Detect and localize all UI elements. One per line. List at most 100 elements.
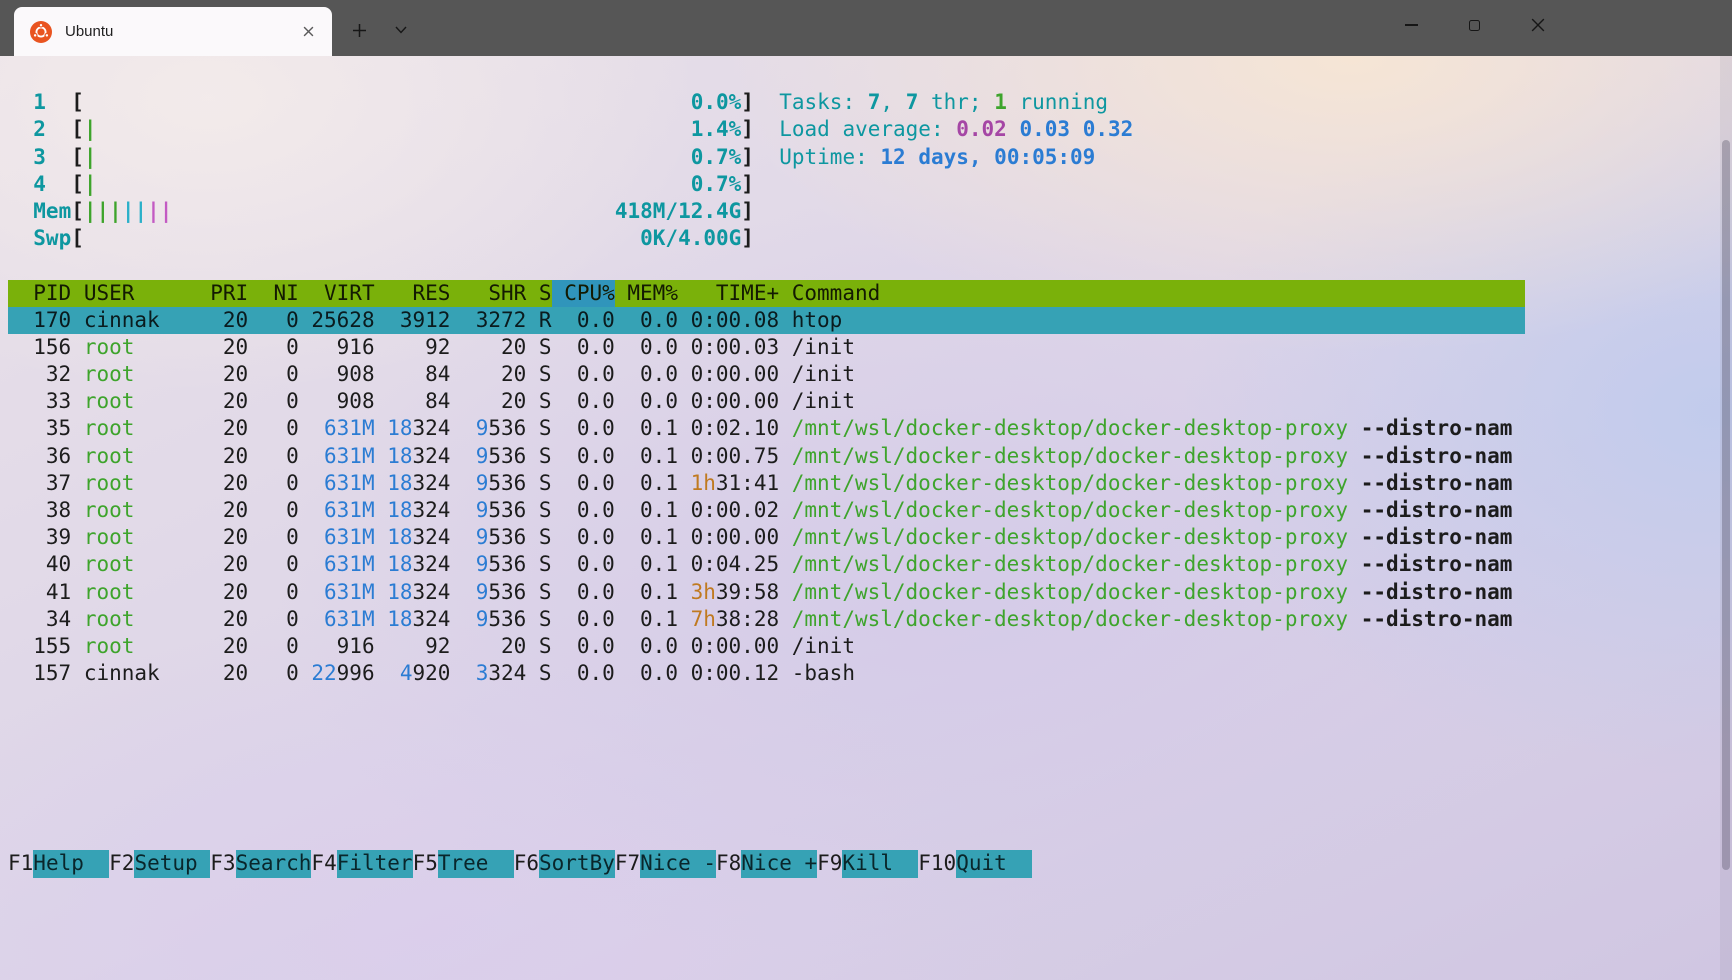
column-header-user[interactable]: USER bbox=[84, 280, 198, 307]
column-header-shr[interactable]: SHR bbox=[450, 280, 526, 307]
column-header-ni[interactable]: NI bbox=[248, 280, 299, 307]
column-header-s[interactable]: S bbox=[526, 280, 551, 307]
cell-mem: 0.1 bbox=[615, 415, 678, 442]
fnkey-key: F7 bbox=[615, 851, 640, 875]
cell-shr: 9536 bbox=[450, 497, 526, 524]
cell-mem: 0.1 bbox=[615, 579, 678, 606]
cell-state: S bbox=[526, 579, 551, 606]
column-header-cpu[interactable]: CPU% bbox=[552, 280, 615, 307]
meter-label: Mem bbox=[33, 198, 71, 225]
cell-res: 18324 bbox=[375, 551, 451, 578]
minimize-button[interactable] bbox=[1380, 0, 1443, 50]
column-header-cmd[interactable]: Command bbox=[792, 281, 881, 305]
cell-shr-part: 20 bbox=[501, 389, 526, 413]
tab-close-button[interactable] bbox=[296, 20, 320, 44]
column-header-mem[interactable]: MEM% bbox=[615, 280, 678, 307]
new-tab-button[interactable] bbox=[344, 15, 374, 45]
cell-pri: 20 bbox=[198, 524, 249, 551]
process-row[interactable]: 37root200631M183249536S0.00.11h31:41/mnt… bbox=[8, 470, 1525, 497]
cell-res-part: 4 bbox=[400, 661, 413, 685]
cell-res-part: 18 bbox=[387, 444, 412, 468]
fnkey-f6[interactable]: F6SortBy bbox=[514, 850, 615, 877]
close-button[interactable] bbox=[1506, 0, 1569, 50]
cell-virt: 631M bbox=[299, 415, 375, 442]
process-row[interactable]: 157cinnak2002299649203324S0.00.00:00.12-… bbox=[8, 660, 1525, 687]
meter-open-bracket: [ bbox=[71, 172, 84, 196]
cell-mem: 0.0 bbox=[615, 361, 678, 388]
process-row-selected[interactable]: 170cinnak2002562839123272R0.00.00:00.08h… bbox=[8, 307, 1525, 334]
meter-bar-mem: |||||||418M/12.4G bbox=[84, 198, 741, 225]
cell-mem: 0.0 bbox=[615, 307, 678, 334]
meter-pipe-green: | bbox=[84, 172, 97, 196]
meter-value: 0.0% bbox=[691, 89, 742, 116]
process-row[interactable]: 40root200631M183249536S0.00.10:04.25/mnt… bbox=[8, 551, 1525, 578]
column-header-res[interactable]: RES bbox=[375, 280, 451, 307]
cell-virt: 22996 bbox=[299, 660, 375, 687]
cell-ni: 0 bbox=[248, 415, 299, 442]
tab-dropdown-button[interactable] bbox=[386, 15, 416, 45]
cell-res: 92 bbox=[375, 334, 451, 361]
info-segment: running bbox=[1007, 90, 1108, 114]
process-row[interactable]: 41root200631M183249536S0.00.13h39:58/mnt… bbox=[8, 579, 1525, 606]
meter-close-bracket: ] bbox=[741, 199, 754, 223]
column-header-time[interactable]: TIME+ bbox=[678, 280, 779, 307]
fnkey-f9[interactable]: F9Kill bbox=[817, 850, 918, 877]
terminal-screen[interactable]: 1[0.0%]Tasks: 7, 7 thr; 1 running2[|1.4%… bbox=[0, 56, 1720, 980]
meter-pipe-cyan: | bbox=[134, 199, 147, 223]
cell-time: 0:00.08 bbox=[678, 307, 779, 334]
fnkey-label: Search bbox=[236, 850, 312, 877]
cell-shr-part: 536 bbox=[488, 525, 526, 549]
cell-cpu: 0.0 bbox=[552, 524, 615, 551]
column-header-virt[interactable]: VIRT bbox=[299, 280, 375, 307]
cell-pri: 20 bbox=[198, 497, 249, 524]
cell-pri: 20 bbox=[198, 334, 249, 361]
meter-pipe-magenta: | bbox=[147, 199, 160, 223]
process-row[interactable]: 32root2009088420S0.00.00:00.00/init bbox=[8, 361, 1525, 388]
cell-shr-part: 9 bbox=[476, 525, 489, 549]
process-row[interactable]: 39root200631M183249536S0.00.10:00.00/mnt… bbox=[8, 524, 1525, 551]
cell-virt: 631M bbox=[299, 524, 375, 551]
cell-res-part: 18 bbox=[387, 607, 412, 631]
scrollbar-thumb[interactable] bbox=[1722, 140, 1730, 870]
fnkey-f7[interactable]: F7Nice - bbox=[615, 850, 716, 877]
blank-line bbox=[8, 769, 1720, 796]
cell-shr: 20 bbox=[450, 361, 526, 388]
fnkey-f2[interactable]: F2Setup bbox=[109, 850, 210, 877]
meter-bar-2: |1.4% bbox=[84, 116, 741, 143]
titlebar: Ubuntu bbox=[0, 0, 1732, 56]
fnkey-f10[interactable]: F10Quit bbox=[918, 850, 1032, 877]
process-row[interactable]: 155root2009169220S0.00.00:00.00/init bbox=[8, 633, 1525, 660]
maximize-button[interactable] bbox=[1443, 0, 1506, 50]
fnkey-f5[interactable]: F5Tree bbox=[413, 850, 514, 877]
fnkey-f4[interactable]: F4Filter bbox=[311, 850, 412, 877]
process-row[interactable]: 156root2009169220S0.00.00:00.03/init bbox=[8, 334, 1525, 361]
scrollbar[interactable] bbox=[1720, 56, 1732, 980]
fnkey-f8[interactable]: F8Nice + bbox=[716, 850, 817, 877]
process-row[interactable]: 33root2009088420S0.00.00:00.00/init bbox=[8, 388, 1525, 415]
fnkey-f3[interactable]: F3Search bbox=[210, 850, 311, 877]
command-path: /mnt/wsl/docker-desktop/docker-desktop-p… bbox=[792, 416, 1348, 440]
cell-command: /mnt/wsl/docker-desktop/docker-desktop-p… bbox=[792, 444, 1513, 468]
process-row[interactable]: 34root200631M183249536S0.00.17h38:28/mnt… bbox=[8, 606, 1525, 633]
tab-ubuntu[interactable]: Ubuntu bbox=[14, 7, 332, 56]
cell-shr: 3272 bbox=[450, 307, 526, 334]
column-header-pri[interactable]: PRI bbox=[198, 280, 249, 307]
process-row[interactable]: 36root200631M183249536S0.00.10:00.75/mnt… bbox=[8, 443, 1525, 470]
meter-bar-1: 0.0% bbox=[84, 89, 741, 116]
process-row[interactable]: 35root200631M183249536S0.00.10:02.10/mnt… bbox=[8, 415, 1525, 442]
process-row[interactable]: 38root200631M183249536S0.00.10:00.02/mnt… bbox=[8, 497, 1525, 524]
meter-label: 4 bbox=[33, 171, 71, 198]
cell-command: -bash bbox=[792, 661, 855, 685]
command-path: /mnt/wsl/docker-desktop/docker-desktop-p… bbox=[792, 498, 1348, 522]
info-segment: 12 days, 00:05:09 bbox=[880, 145, 1095, 169]
column-header-pid[interactable]: PID bbox=[8, 280, 71, 307]
fnkey-f1[interactable]: F1Help bbox=[8, 850, 109, 877]
cell-cpu: 0.0 bbox=[552, 633, 615, 660]
cell-res: 84 bbox=[375, 388, 451, 415]
fnkey-key: F5 bbox=[413, 851, 438, 875]
cell-shr: 20 bbox=[450, 388, 526, 415]
cell-time-part: 38:28 bbox=[716, 607, 779, 631]
cell-command: /init bbox=[792, 634, 855, 658]
cell-time-part: 3h bbox=[691, 580, 716, 604]
meter-value: 1.4% bbox=[691, 116, 742, 143]
